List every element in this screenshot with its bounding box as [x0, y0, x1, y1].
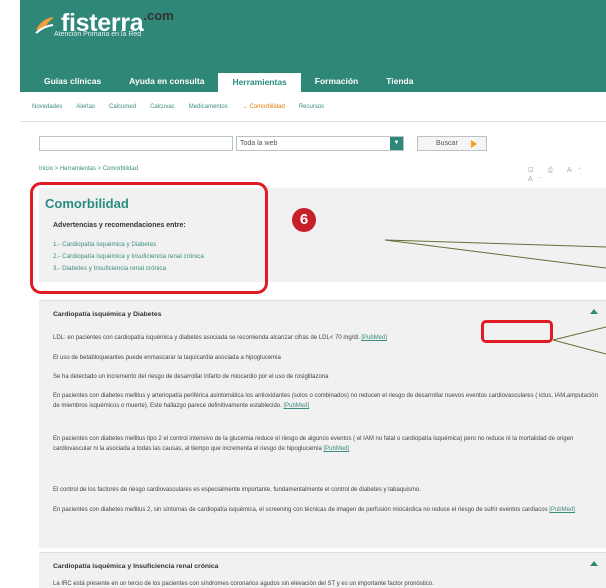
callout-line [552, 326, 606, 341]
callout-lines [384, 239, 606, 355]
callout-line [552, 339, 606, 355]
callout-line [384, 239, 606, 269]
callout-line [384, 239, 606, 248]
